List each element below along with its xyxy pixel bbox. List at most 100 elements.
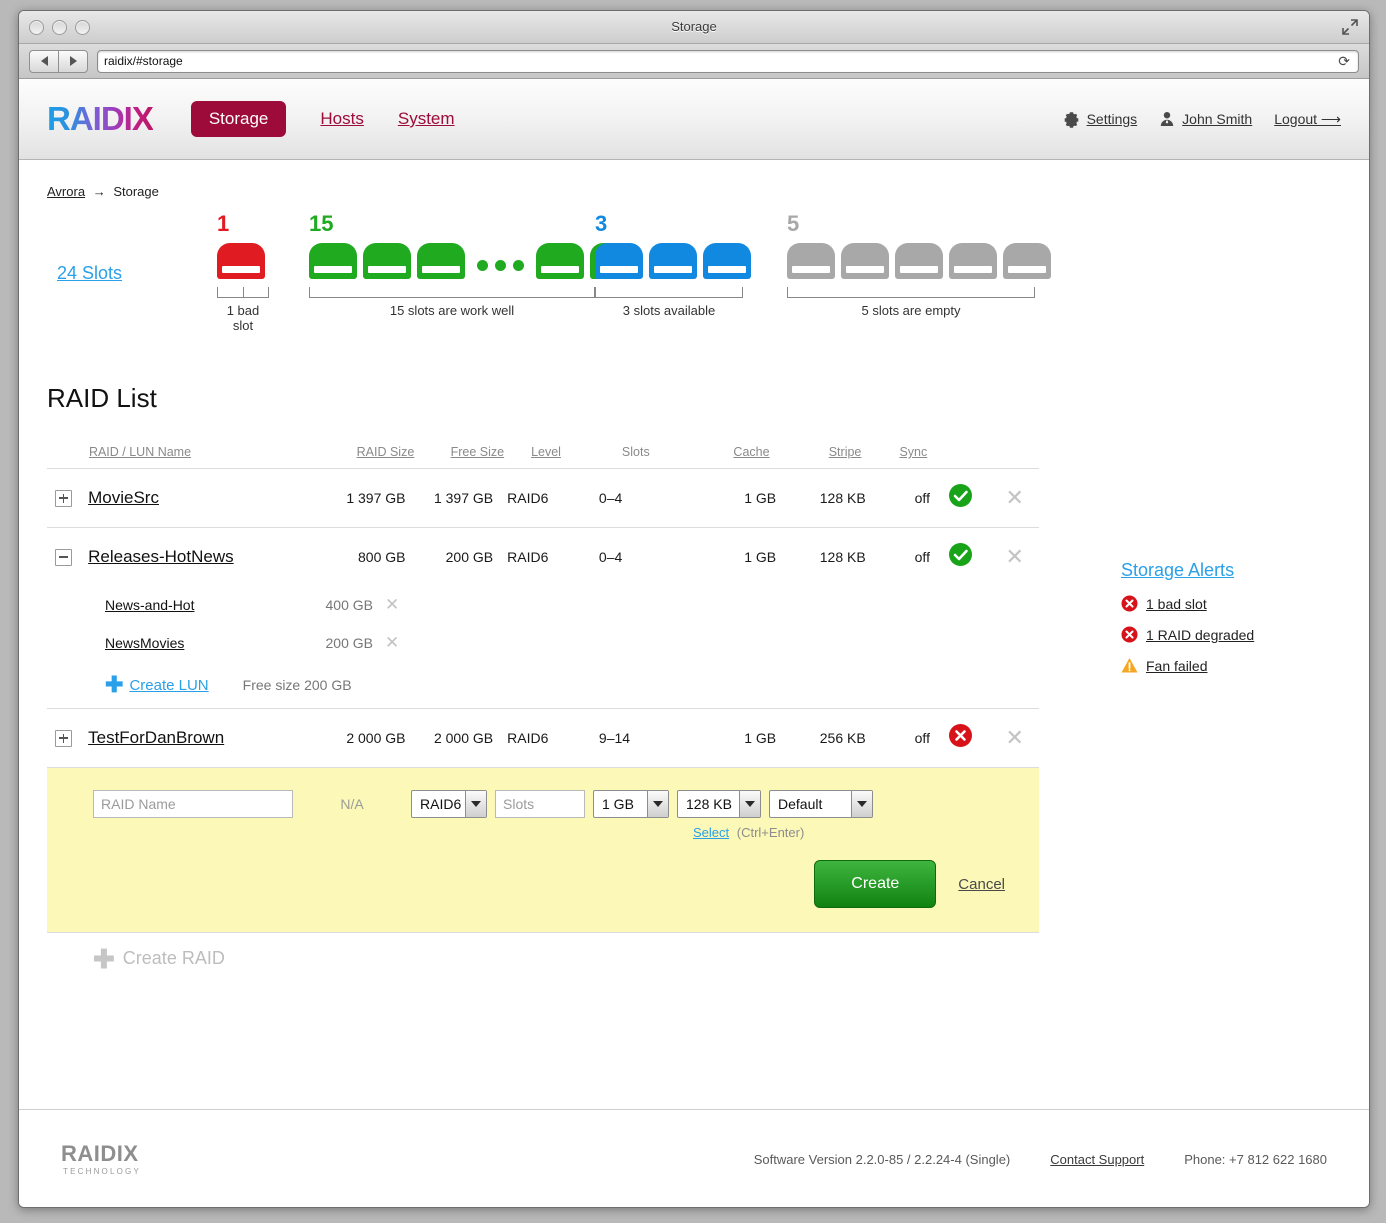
status-badge-error [948, 724, 972, 747]
create-raid-label: Create RAID [122, 948, 225, 968]
create-raid-row[interactable]: ✚ Create RAID [47, 932, 1039, 984]
close-window-button[interactable] [29, 20, 44, 35]
cache-select[interactable]: 1 GB [593, 790, 669, 818]
raid-name-link[interactable]: TestForDanBrown [88, 728, 224, 747]
minimize-window-button[interactable] [52, 20, 67, 35]
disk-icon[interactable] [595, 243, 643, 279]
free-size: 2 000 GB [433, 730, 494, 746]
disk-icon[interactable] [536, 243, 584, 279]
table-row: Releases-HotNews 800 GB 200 GB RAID6 0–4… [47, 527, 1039, 586]
slot-group-caption: 3 slots available [622, 303, 716, 318]
table-row: TestForDanBrown 2 000 GB 2 000 GB RAID6 … [47, 708, 1039, 767]
select-slots-link[interactable]: Select [693, 825, 729, 840]
delete-raid-icon[interactable]: ✕ [1005, 544, 1023, 569]
col-header-sync[interactable]: Sync [899, 445, 927, 459]
disk-icon[interactable] [217, 243, 265, 279]
disk-icon[interactable] [703, 243, 751, 279]
raid-stripe: 256 KB [819, 730, 866, 746]
raid-sync: off [914, 490, 930, 506]
raid-name-link[interactable]: Releases-HotNews [88, 547, 234, 566]
maximize-window-button[interactable] [75, 20, 90, 35]
storage-alerts-panel: Storage Alerts 1 bad slot 1 RAID degrade… [1121, 560, 1341, 674]
user-menu[interactable]: John Smith [1159, 111, 1252, 127]
sync-select[interactable]: Default [769, 790, 873, 818]
disk-icon[interactable] [949, 243, 997, 279]
total-slots-link[interactable]: 24 Slots [57, 263, 122, 284]
logout-button[interactable]: Logout ⟶ [1274, 111, 1341, 128]
lun-name-link[interactable]: News-and-Hot [47, 597, 285, 613]
contact-support-link[interactable]: Contact Support [1050, 1152, 1144, 1167]
col-header-level[interactable]: Level [531, 445, 561, 459]
delete-raid-icon[interactable]: ✕ [1005, 485, 1023, 510]
alert-item[interactable]: Fan failed [1121, 657, 1341, 674]
lun-name-link[interactable]: NewsMovies [47, 635, 285, 651]
raid-stripe: 128 KB [819, 490, 866, 506]
disk-icon[interactable] [363, 243, 411, 279]
slots-select-hint-row: Select (Ctrl+Enter) [47, 825, 1039, 840]
delete-lun-icon[interactable]: ✕ [385, 595, 399, 615]
slot-group-count: 15 [309, 211, 334, 236]
reload-icon[interactable]: ⟳ [1338, 53, 1352, 70]
slots-input[interactable]: Slots [495, 790, 585, 818]
delete-lun-icon[interactable]: ✕ [385, 633, 399, 653]
raid-name-link[interactable]: MovieSrc [88, 488, 159, 507]
stripe-select[interactable]: 128 KB [677, 790, 761, 818]
disk-icon[interactable] [649, 243, 697, 279]
settings-button[interactable]: Settings [1063, 111, 1137, 128]
tab-storage[interactable]: Storage [190, 101, 287, 137]
lun-row: NewsMovies 200 GB ✕ [47, 624, 1039, 662]
window-titlebar: Storage [19, 11, 1369, 44]
create-lun-row: ✚ Create LUN Free size 200 GB [47, 662, 1039, 708]
col-header-cache[interactable]: Cache [733, 445, 769, 459]
storage-alerts-title[interactable]: Storage Alerts [1121, 560, 1341, 581]
support-phone: Phone: +7 812 622 1680 [1184, 1151, 1327, 1167]
raid-slots: 9–14 [598, 730, 631, 746]
disk-icon[interactable] [1003, 243, 1051, 279]
level-select[interactable]: RAID6 [411, 790, 487, 818]
table-row: MovieSrc 1 397 GB 1 397 GB RAID6 0–4 1 G… [47, 468, 1039, 527]
user-icon [1159, 111, 1175, 127]
disk-icon[interactable] [841, 243, 889, 279]
col-header-stripe[interactable]: Stripe [829, 445, 862, 459]
alert-item[interactable]: 1 RAID degraded [1121, 626, 1341, 643]
alert-text: Fan failed [1146, 657, 1208, 674]
tab-hosts[interactable]: Hosts [320, 109, 363, 129]
fullscreen-icon[interactable] [1341, 18, 1359, 36]
create-raid-form-actions: Create Cancel [47, 860, 1039, 908]
ellipsis-dots [471, 260, 530, 279]
col-header-free-size[interactable]: Free Size [451, 445, 505, 459]
disk-icon[interactable] [895, 243, 943, 279]
collapse-toggle-icon[interactable] [55, 548, 72, 566]
raid-name-input[interactable]: RAID Name [93, 790, 293, 818]
disk-icon[interactable] [417, 243, 465, 279]
browser-toolbar: raidix/#storage ⟳ [19, 44, 1369, 79]
col-header-raid-size[interactable]: RAID Size [357, 445, 415, 459]
alert-item[interactable]: 1 bad slot [1121, 595, 1341, 612]
expand-toggle-icon[interactable] [55, 729, 72, 747]
col-header-name[interactable]: RAID / LUN Name [89, 445, 191, 459]
footer-logo-sub: TECHNOLOGY [63, 1166, 142, 1176]
slot-group-bad: 1 1 bad slot [217, 211, 279, 333]
tab-system[interactable]: System [398, 109, 455, 129]
expand-toggle-icon[interactable] [55, 489, 72, 507]
url-input[interactable]: raidix/#storage ⟳ [97, 49, 1359, 73]
raid-level: RAID6 [507, 549, 549, 565]
disk-icon[interactable] [787, 243, 835, 279]
forward-arrow-icon[interactable] [58, 49, 88, 73]
create-lun-link[interactable]: Create LUN [129, 677, 208, 694]
breadcrumb-root[interactable]: Avrora [47, 184, 85, 199]
user-name: John Smith [1182, 111, 1253, 127]
create-button[interactable]: Create [814, 860, 937, 908]
back-arrow-icon[interactable] [29, 49, 58, 73]
alert-text: 1 bad slot [1146, 595, 1207, 612]
cancel-button[interactable]: Cancel [958, 876, 1005, 893]
page-title: RAID List [47, 383, 157, 413]
raid-sync: off [914, 730, 930, 746]
disk-icon[interactable] [309, 243, 357, 279]
slot-group-count: 5 [787, 211, 800, 236]
chevron-down-icon [465, 791, 486, 817]
raid-size: 1 397 GB [346, 490, 406, 506]
chevron-down-icon [851, 791, 872, 817]
delete-raid-icon[interactable]: ✕ [1005, 725, 1023, 750]
footer-logo-name: RAIDIX [61, 1140, 139, 1166]
